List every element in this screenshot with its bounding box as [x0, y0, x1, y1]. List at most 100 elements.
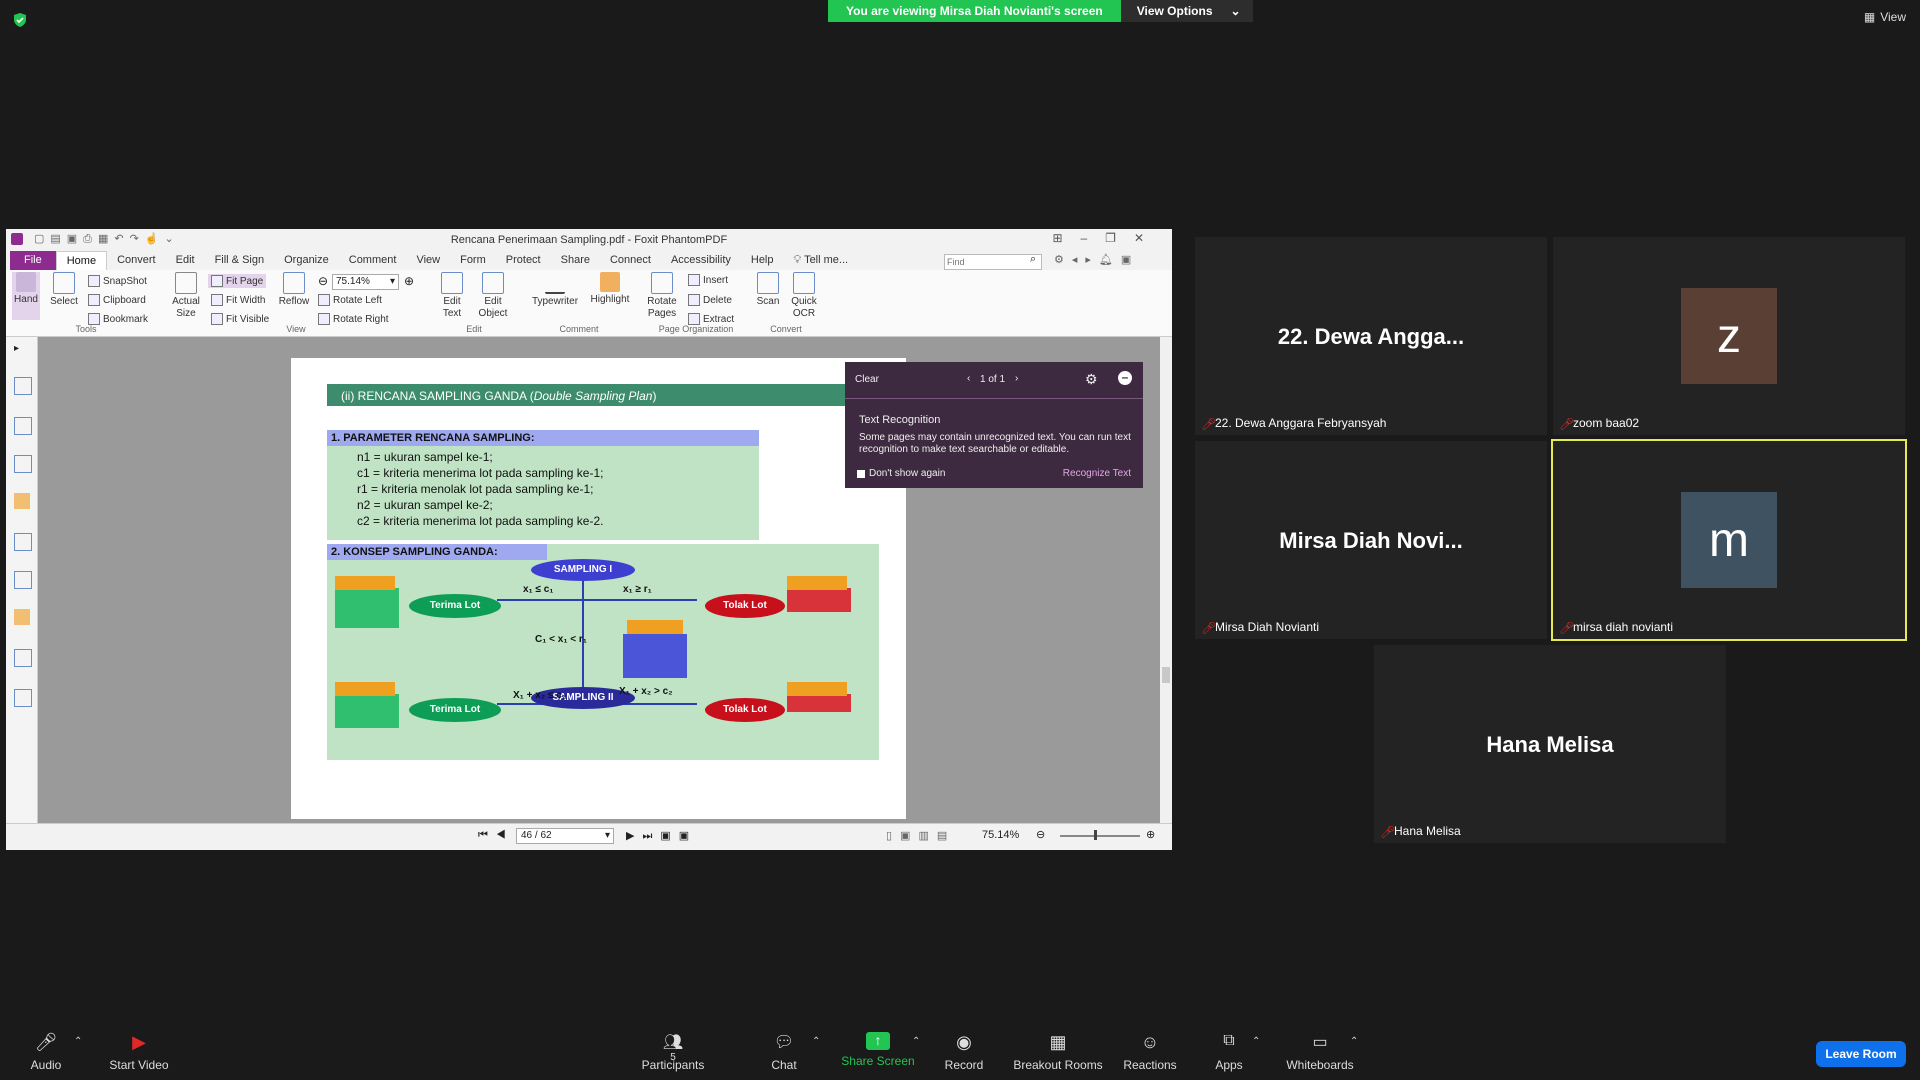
typewriter-button[interactable]: Typewriter — [528, 272, 582, 308]
tab-organize[interactable]: Organize — [274, 251, 339, 270]
tab-protect[interactable]: Protect — [496, 251, 551, 270]
tab-view[interactable]: View — [406, 251, 450, 270]
security-shield-icon[interactable] — [12, 12, 28, 28]
view-options-button[interactable]: View Options ⌄ — [1120, 0, 1253, 22]
hand-tool-button[interactable]: Hand — [12, 272, 40, 320]
tell-me-field[interactable]: 💡︎ Tell me... — [784, 251, 859, 270]
zoom-out-icon[interactable]: ⊖ — [318, 274, 328, 288]
highlight-button[interactable]: Highlight — [588, 272, 632, 306]
apps-options-caret[interactable]: ⌃ — [1252, 1036, 1260, 1047]
layers-panel-icon[interactable] — [14, 455, 32, 473]
tab-fill-sign[interactable]: Fill & Sign — [205, 251, 275, 270]
tab-share[interactable]: Share — [551, 251, 600, 270]
security-panel-icon[interactable] — [14, 609, 30, 625]
recognize-text-button[interactable]: Recognize Text — [1063, 468, 1131, 479]
scan-button[interactable]: Scan — [754, 272, 782, 308]
reactions-button[interactable]: ☺ Reactions — [1122, 1032, 1178, 1072]
rotate-right-button[interactable]: Rotate Right — [318, 313, 389, 325]
fit-page-button[interactable]: Fit Page — [208, 274, 267, 288]
audio-button[interactable]: 🎤︎ Audio — [26, 1032, 66, 1072]
record-button[interactable]: ◉ Record — [942, 1032, 986, 1072]
tab-accessibility[interactable]: Accessibility — [661, 251, 741, 270]
participant-tile[interactable]: Mirsa Diah Novi... 🎤︎ Mirsa Diah Novianti — [1195, 441, 1547, 639]
whiteboards-button[interactable]: ▭ Whiteboards — [1282, 1032, 1358, 1072]
sampling-flow-diagram — [335, 559, 851, 728]
share-screen-label: Share Screen — [841, 1054, 915, 1068]
share-screen-button[interactable]: ↑ Share Screen — [838, 1032, 918, 1068]
view-button[interactable]: ▦ View — [1864, 10, 1906, 24]
active-speaker-tile[interactable]: m 🎤︎ mirsa diah novianti — [1551, 439, 1907, 641]
page-number-field[interactable]: 46 / 62 ▾ — [516, 828, 614, 844]
participant-tile[interactable]: z 🎤︎ zoom baa02 — [1553, 237, 1905, 435]
zoom-select[interactable]: 75.14% ▾ — [332, 274, 399, 290]
tab-form[interactable]: Form — [450, 251, 496, 270]
chat-button[interactable]: 💬︎ Chat — [764, 1032, 804, 1072]
participants-button[interactable]: 👥︎5 Participants — [640, 1032, 706, 1072]
quick-ocr-button[interactable]: Quick OCR — [788, 272, 820, 320]
apps-button[interactable]: ⧉ Apps — [1212, 1032, 1246, 1072]
tab-comment[interactable]: Comment — [339, 251, 407, 270]
delete-button[interactable]: Delete — [688, 294, 732, 306]
minimize-icon[interactable]: – — [1118, 371, 1132, 385]
signatures-panel-icon[interactable] — [14, 571, 32, 589]
share-options-caret[interactable]: ⌃ — [912, 1036, 920, 1047]
whiteboards-options-caret[interactable]: ⌃ — [1350, 1036, 1358, 1047]
find-input[interactable] — [944, 254, 1042, 270]
window-controls[interactable]: ⊞‒❐✕ — [1052, 231, 1162, 245]
clipboard-button[interactable]: Clipboard — [88, 294, 146, 306]
gear-icon[interactable]: ⚙ — [1085, 371, 1098, 388]
scroll-thumb[interactable] — [1162, 667, 1170, 683]
page-nav-next-icons[interactable]: ▶⏭▣▣ — [626, 829, 697, 843]
next-icon[interactable]: › — [1015, 373, 1018, 384]
dont-show-checkbox[interactable]: Don't show again — [857, 468, 945, 479]
tab-edit[interactable]: Edit — [166, 251, 205, 270]
clear-button[interactable]: Clear — [855, 374, 879, 385]
zoom-out-icon[interactable]: ⊖ — [1036, 828, 1045, 841]
zoom-slider-handle[interactable] — [1094, 830, 1097, 840]
edit-text-button[interactable]: Edit Text — [436, 272, 468, 320]
tab-file[interactable]: File — [10, 251, 56, 270]
grid-view-icon: ▦ — [1863, 10, 1876, 24]
insert-button[interactable]: Insert — [688, 274, 728, 286]
tab-convert[interactable]: Convert — [107, 251, 166, 270]
tab-home[interactable]: Home — [55, 250, 108, 271]
chat-options-caret[interactable]: ⌃ — [812, 1036, 820, 1047]
zoom-slider[interactable] — [1060, 835, 1140, 837]
comments-panel-icon[interactable] — [14, 493, 30, 509]
start-video-button[interactable]: ▶︎ Start Video — [104, 1032, 174, 1072]
typewriter-label: Typewriter — [531, 296, 579, 307]
content-panel-icon[interactable] — [14, 649, 32, 667]
page-nav-prev-icons[interactable]: ⏮◀ — [478, 829, 514, 842]
rotate-pages-icon — [651, 272, 673, 294]
expand-pane-icon[interactable]: ▸ — [14, 343, 30, 359]
participant-tile[interactable]: 22. Dewa Angga... 🎤︎ 22. Dewa Anggara Feb… — [1195, 237, 1547, 435]
snapshot-button[interactable]: SnapShot — [88, 275, 147, 287]
zoom-in-icon[interactable]: ⊕ — [1146, 828, 1155, 841]
prev-icon[interactable]: ‹ — [967, 373, 970, 384]
edit-object-button[interactable]: Edit Object — [472, 272, 514, 320]
pages-panel-icon[interactable] — [14, 417, 32, 435]
fit-visible-button[interactable]: Fit Visible — [211, 313, 269, 325]
fit-width-button[interactable]: Fit Width — [211, 294, 265, 306]
breakout-rooms-button[interactable]: ▦ Breakout Rooms — [1012, 1032, 1104, 1072]
vertical-scrollbar[interactable] — [1160, 337, 1172, 829]
reflow-label: Reflow — [278, 296, 310, 307]
search-icon[interactable]: ⌕ — [1030, 253, 1036, 266]
participant-tile[interactable]: Hana Melisa 🎤︎ Hana Melisa — [1374, 645, 1726, 843]
rotate-pages-button[interactable]: Rotate Pages — [642, 272, 682, 320]
leave-room-button[interactable]: Leave Room — [1816, 1041, 1906, 1067]
find-options-icons[interactable]: ⚙◂▸🔔︎▣ — [1054, 253, 1139, 266]
select-tool-button[interactable]: Select — [50, 272, 78, 308]
rotate-left-button[interactable]: Rotate Left — [318, 294, 382, 306]
ocr-body: Some pages may contain unrecognized text… — [859, 432, 1131, 455]
reflow-button[interactable]: Reflow — [276, 272, 312, 308]
zoom-in-icon[interactable]: ⊕ — [404, 274, 414, 288]
tab-help[interactable]: Help — [741, 251, 784, 270]
audio-options-caret[interactable]: ⌃ — [74, 1036, 82, 1047]
tab-connect[interactable]: Connect — [600, 251, 661, 270]
attachments-panel-icon[interactable] — [14, 533, 32, 551]
actual-size-button[interactable]: Actual Size — [170, 272, 202, 320]
page-layout-icons[interactable]: ▯▣▥▤ — [886, 829, 955, 842]
bookmarks-panel-icon[interactable] — [14, 377, 32, 395]
tags-panel-icon[interactable] — [14, 689, 32, 707]
